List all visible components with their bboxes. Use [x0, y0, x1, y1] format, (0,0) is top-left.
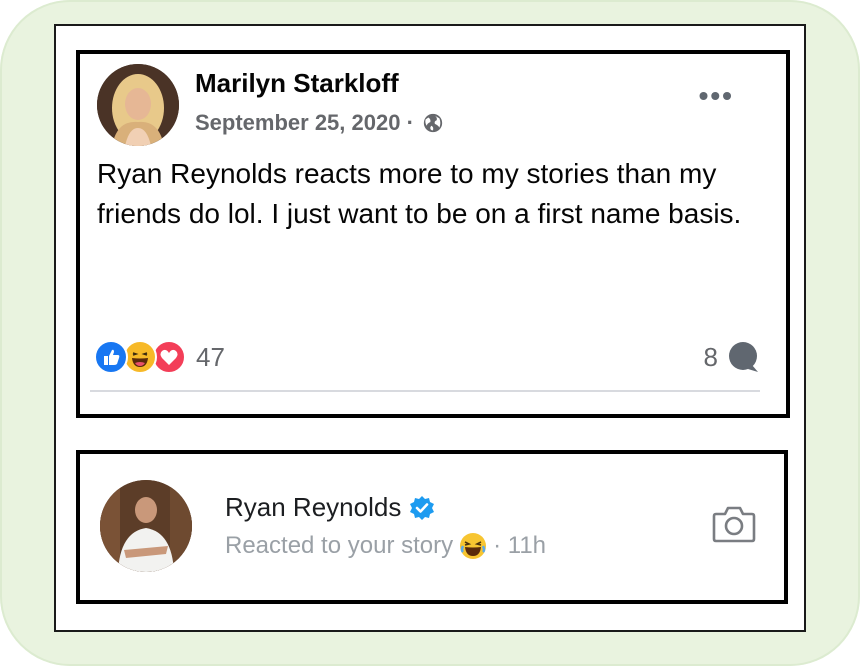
- comments-summary[interactable]: 8: [704, 338, 760, 376]
- globe-icon: [423, 113, 443, 133]
- laughing-emoji-icon: [460, 533, 487, 559]
- more-options-icon[interactable]: •••: [699, 82, 734, 110]
- post-text: Ryan Reynolds reacts more to my stories …: [97, 158, 742, 229]
- reactions-summary[interactable]: 47: [94, 338, 225, 376]
- post-date[interactable]: September 25, 2020 ·: [195, 110, 414, 136]
- facebook-post-card: Marilyn Starkloff September 25, 2020 · •…: [76, 50, 790, 418]
- post-divider: [90, 390, 760, 392]
- reaction-time: · 11h: [493, 532, 547, 559]
- reactor-name[interactable]: Ryan Reynolds: [225, 492, 401, 523]
- reactor-avatar[interactable]: [100, 480, 192, 572]
- author-avatar-image: [97, 64, 179, 146]
- post-meta: September 25, 2020 ·: [195, 110, 444, 136]
- haha-icon: [123, 340, 157, 374]
- camera-icon[interactable]: [712, 504, 756, 544]
- reactor-avatar-image: [100, 480, 192, 572]
- reaction-subtitle: Reacted to your story · 11h: [225, 532, 546, 560]
- author-avatar[interactable]: [97, 64, 179, 146]
- comment-bubble-icon: [729, 342, 758, 372]
- story-reaction-card[interactable]: Ryan Reynolds Reacted to your story · 11…: [76, 450, 788, 604]
- verified-badge-icon: [410, 495, 435, 520]
- reactor-name-row: Ryan Reynolds: [225, 492, 435, 523]
- author-name[interactable]: Marilyn Starkloff: [195, 68, 399, 99]
- like-icon: [94, 340, 128, 374]
- love-icon: [152, 340, 186, 374]
- reaction-count: 47: [196, 341, 225, 372]
- reaction-text: Reacted to your story: [225, 532, 454, 559]
- comment-count: 8: [703, 341, 718, 372]
